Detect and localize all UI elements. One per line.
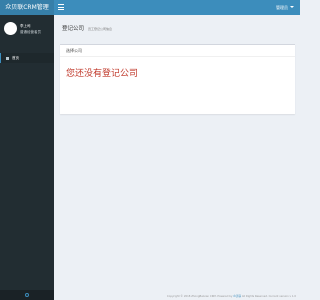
- box-title: 选择公司: [66, 48, 82, 53]
- sidebar-item-label: 首页: [12, 55, 19, 60]
- user-role: 普通经营者员: [20, 30, 41, 34]
- user-panel: 李上司 普通经营者员: [0, 18, 54, 46]
- footer: Copyright © 2018 ZhongBeiLian CRM. Power…: [54, 292, 300, 300]
- page-subtitle: 员工登记公司信息: [88, 27, 113, 31]
- sidebar: 众贝联CRM管理 李上司 普通经营者员 首页: [0, 0, 54, 300]
- sidebar-toggle-icon[interactable]: [58, 4, 64, 10]
- main-content: 登记公司 员工登记公司信息 选择公司 您还没有登记公司 Copyright © …: [54, 15, 300, 300]
- footer-prefix: Copyright © 2018 ZhongBeiLian CRM. Power…: [166, 295, 234, 298]
- app-root: 众贝联CRM管理 李上司 普通经营者员 首页 管理员 登记公司 员工登记公司信息…: [0, 0, 300, 300]
- sidebar-footer: [0, 290, 54, 300]
- user-menu[interactable]: 管理员: [276, 0, 288, 15]
- footer-suffix: All Rights Reserved. Current version v 1…: [241, 295, 296, 298]
- footer-link[interactable]: 众贝联: [233, 295, 241, 298]
- app-logo[interactable]: 众贝联CRM管理: [0, 0, 54, 15]
- page-title: 登记公司: [62, 26, 85, 32]
- avatar: [4, 22, 17, 35]
- user-name: 李上司: [20, 24, 31, 28]
- power-icon[interactable]: [25, 293, 29, 297]
- breadcrumb: 登记公司 员工登记公司信息: [62, 24, 112, 32]
- chevron-down-icon[interactable]: [290, 6, 294, 8]
- box-header: 选择公司: [60, 45, 295, 57]
- footer-text: Copyright © 2018 ZhongBeiLian CRM. Power…: [167, 294, 296, 298]
- top-navbar: 管理员: [54, 0, 300, 15]
- empty-message: 您还没有登记公司: [66, 69, 139, 79]
- dashboard-icon: [6, 56, 9, 60]
- sidebar-item-home[interactable]: 首页: [0, 53, 54, 63]
- company-box: 选择公司 您还没有登记公司: [60, 44, 295, 114]
